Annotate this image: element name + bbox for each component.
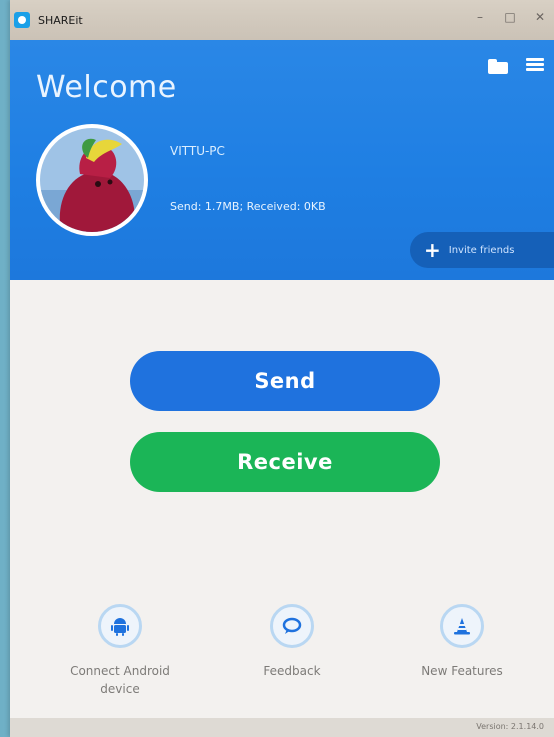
close-icon[interactable]: ✕ [532,10,548,24]
feedback-button[interactable]: Feedback [222,604,362,680]
title-bar[interactable]: SHAREit – □ ✕ [10,0,554,40]
bottom-shortcuts: Connect Android device Feedback New Feat… [10,604,554,714]
receive-button[interactable]: Receive [130,432,440,492]
device-name: VITTU-PC [170,144,225,158]
shareit-app-icon [14,12,30,28]
minimize-icon[interactable]: – [472,10,488,24]
avatar[interactable] [36,124,148,236]
folder-icon[interactable] [488,58,510,74]
feedback-label: Feedback [263,664,321,678]
header-toolbar [488,58,544,74]
shareit-window: SHAREit – □ ✕ Welcome VITTU-PC Send: 1.7… [10,0,554,737]
status-footer: Version: 2.1.14.0 [10,718,554,737]
connect-android-device-button[interactable]: Connect Android device [50,604,190,698]
feedback-icon [270,604,314,648]
connect-android-label: Connect Android device [50,662,190,698]
invite-friends-button[interactable]: + Invite friends [410,232,554,268]
connect-android-label-line2: device [100,682,140,696]
window-controls: – □ ✕ [472,10,548,24]
welcome-heading: Welcome [36,70,177,105]
send-button[interactable]: Send [130,351,440,411]
avatar-image [40,128,144,232]
transfer-stats: Send: 1.7MB; Received: 0KB [170,200,326,213]
invite-friends-label: Invite friends [448,244,515,256]
maximize-icon[interactable]: □ [502,10,518,24]
new-features-button[interactable]: New Features [392,604,532,680]
window-title: SHAREit [38,13,83,27]
new-features-icon [440,604,484,648]
menu-icon[interactable] [526,58,544,72]
plus-icon: + [424,238,441,262]
android-icon [98,604,142,648]
profile-header: Welcome VITTU-PC Send: 1.7MB; Received: … [10,40,554,280]
connect-android-label-line1: Connect Android [70,664,170,678]
new-features-label: New Features [421,664,503,678]
version-text: Version: 2.1.14.0 [476,722,544,731]
